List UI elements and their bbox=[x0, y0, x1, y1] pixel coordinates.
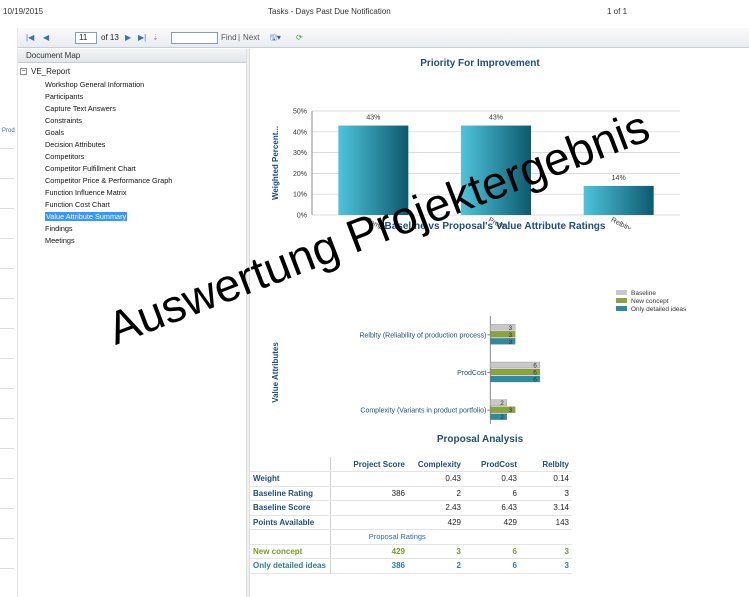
document-map-list: Workshop General Information Participants… bbox=[45, 79, 172, 247]
y-tick-label: 20% bbox=[293, 171, 307, 178]
data-label: 6 bbox=[533, 377, 537, 384]
data-label: 3 bbox=[509, 339, 513, 346]
page-number-input[interactable]: 11 bbox=[75, 32, 97, 44]
data-label: 6 bbox=[533, 363, 537, 370]
document-map-root[interactable]: − VE_Report bbox=[20, 67, 70, 76]
y-tick-label: Complexity (Variants in product portfoli… bbox=[360, 408, 486, 415]
table-row: Weight 0.43 0.43 0.14 bbox=[250, 471, 572, 487]
find-link[interactable]: Find bbox=[221, 32, 237, 44]
y-tick-label: 0% bbox=[297, 213, 307, 220]
data-label: 14% bbox=[612, 175, 626, 182]
bar bbox=[583, 185, 654, 215]
col-header: ProdCost bbox=[464, 457, 520, 472]
prev-page-icon[interactable]: ◀ bbox=[43, 33, 49, 43]
col-header: Project Score bbox=[329, 457, 408, 472]
table-row: Points Available 429 429 143 bbox=[250, 515, 572, 530]
table-row-new-concept: New concept 429 3 6 3 bbox=[250, 544, 572, 559]
priority-chart: 0%10%20%30%40%50%43%Complexity43%ProdCos… bbox=[271, 109, 680, 229]
document-map-item[interactable]: Value Attribute Summary bbox=[45, 211, 172, 223]
data-label: 3 bbox=[509, 407, 513, 414]
report-body: Priority For Improvement 0% 10% 20% 30% 40% 5… bbox=[250, 49, 749, 597]
document-map-header: Document Map bbox=[18, 49, 246, 63]
find-input[interactable] bbox=[171, 32, 218, 44]
collapse-icon[interactable]: − bbox=[20, 68, 27, 76]
report-date: 10/19/2015 bbox=[3, 7, 44, 16]
y-axis-title: Weighted Percent... bbox=[271, 126, 280, 200]
document-map-item[interactable]: Capture Text Answers bbox=[45, 103, 172, 115]
document-map-item[interactable]: Findings bbox=[45, 223, 172, 235]
document-map-item[interactable]: Goals bbox=[45, 127, 172, 139]
table-row: Baseline Rating 386 2 6 3 bbox=[250, 486, 572, 501]
y-tick-label: 50% bbox=[293, 109, 307, 116]
proposal-ratings-subheader: Proposal Ratings bbox=[250, 529, 572, 545]
table-row-only-detailed-ideas: Only detailed ideas 386 2 6 3 bbox=[250, 558, 572, 574]
legend-swatch bbox=[616, 290, 627, 295]
y-tick-label: 40% bbox=[293, 129, 307, 136]
legend-label: Baseline bbox=[631, 290, 656, 297]
data-label: 2 bbox=[500, 414, 504, 421]
find-separator: | bbox=[238, 33, 241, 42]
document-map-item[interactable]: Function Cost Chart bbox=[45, 199, 172, 211]
prod-label: Prod bbox=[2, 128, 15, 134]
report-title: Tasks - Days Past Due Notification bbox=[268, 7, 391, 16]
data-label: 43% bbox=[489, 115, 503, 122]
report-page-count: 1 of 1 bbox=[607, 7, 628, 16]
document-map-item[interactable]: Competitors bbox=[45, 151, 172, 163]
data-label: 2 bbox=[500, 400, 504, 407]
bar bbox=[461, 125, 531, 215]
data-label: 3 bbox=[509, 325, 513, 332]
legend-label: New concept bbox=[631, 298, 669, 305]
bar bbox=[338, 125, 409, 215]
document-map-item[interactable]: Competitor Price & Performance Graph bbox=[45, 175, 172, 187]
table-row: Baseline Score 2.43 6.43 3.14 bbox=[250, 500, 572, 516]
y-axis-title: Value Attributes bbox=[271, 342, 280, 403]
next-page-icon[interactable]: ▶ bbox=[125, 33, 131, 43]
y-tick-label: ProdCost bbox=[457, 370, 486, 377]
document-map-item[interactable]: Meetings bbox=[45, 235, 172, 247]
next-link[interactable]: Next bbox=[243, 32, 259, 44]
document-map-item[interactable]: Workshop General Information bbox=[45, 79, 172, 91]
export-icon[interactable]: 🖫▾ bbox=[270, 33, 281, 43]
document-map-item[interactable]: Decision Attributes bbox=[45, 139, 172, 151]
ratings-chart: -5-3-113579-4-20246810RatingValue Attrib… bbox=[271, 290, 687, 424]
document-map-item[interactable]: Constraints bbox=[45, 115, 172, 127]
document-map-item[interactable]: Participants bbox=[45, 91, 172, 103]
page-of-label: of 13 bbox=[101, 33, 119, 42]
legend-label: Only detailed ideas bbox=[631, 306, 687, 313]
table-title: Proposal Analysis bbox=[436, 434, 524, 445]
document-map-item[interactable]: Competitor Fulfillment Chart bbox=[45, 163, 172, 175]
data-label: 6 bbox=[533, 370, 537, 377]
chart2-title: Baseline vs Proposal's Value Attribute R… bbox=[384, 221, 606, 232]
document-map: Document Map − VE_Report Workshop General… bbox=[18, 49, 246, 597]
data-label: 3 bbox=[509, 332, 513, 339]
bar bbox=[490, 399, 508, 406]
document-map-item[interactable]: Function Influence Matrix bbox=[45, 187, 172, 199]
y-tick-label: Relblty (Reliability of production proce… bbox=[359, 332, 486, 339]
report-header: 10/19/2015 Tasks - Days Past Due Notific… bbox=[0, 0, 749, 28]
data-label: 43% bbox=[366, 115, 380, 122]
legend-swatch bbox=[616, 306, 627, 311]
col-header: Relblty bbox=[520, 457, 572, 472]
proposal-analysis-table: Project Score Complexity ProdCost Relblt… bbox=[250, 457, 572, 574]
chart1-title: Priority For Improvement bbox=[420, 58, 540, 69]
bar bbox=[490, 413, 508, 420]
last-page-icon[interactable]: ▶| bbox=[138, 33, 146, 43]
left-panel-strip: Prod bbox=[0, 28, 18, 597]
table-header-row: Project Score Complexity ProdCost Relblt… bbox=[250, 457, 572, 472]
refresh-icon[interactable]: ⟳ bbox=[296, 33, 303, 43]
y-tick-label: 10% bbox=[293, 192, 307, 199]
first-page-icon[interactable]: |◀ bbox=[26, 33, 34, 43]
legend-swatch bbox=[616, 298, 627, 303]
report-toolbar: |◀ ◀ 11 of 13 ▶ ▶| ⇣ Find | Next 🖫▾ ⟳ bbox=[18, 28, 749, 48]
col-header: Complexity bbox=[408, 457, 464, 472]
back-icon[interactable]: ⇣ bbox=[152, 33, 159, 43]
y-tick-label: 30% bbox=[293, 150, 307, 157]
